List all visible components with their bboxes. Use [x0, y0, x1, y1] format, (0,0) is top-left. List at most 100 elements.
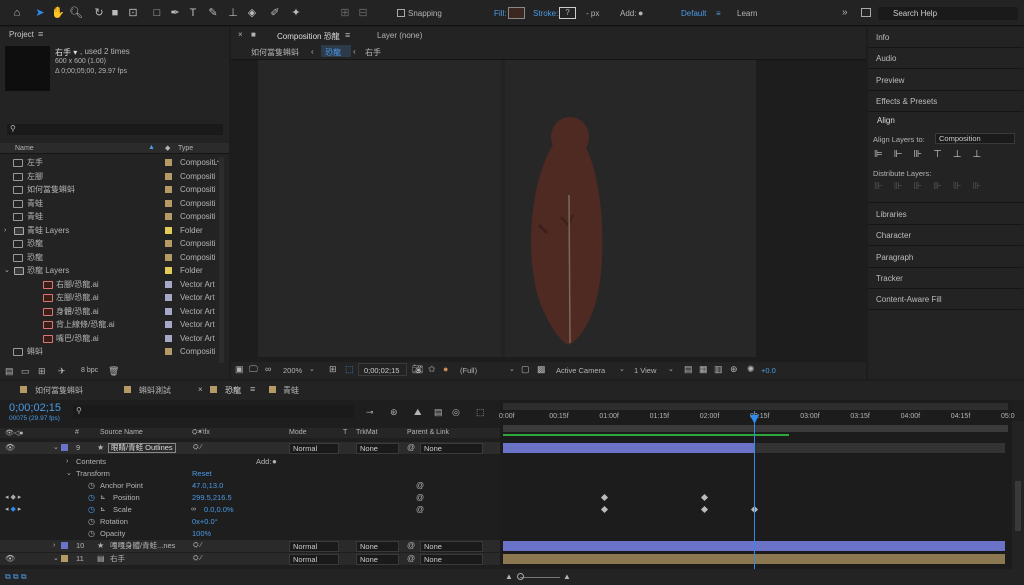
layer-row-11[interactable]: 👁︎ ⌄ 11 ▤ 右手 ⛭ ⁄ Normal None @ None	[0, 553, 500, 565]
workspace-learn[interactable]: Learn	[737, 9, 757, 18]
property-row[interactable]: ◂ ◆ ▸ ◷ ⊾ Position 299.5,216.5 @	[0, 492, 500, 504]
comp-mini-flowchart-icon[interactable]: ⊸	[366, 407, 374, 418]
parent-dropdown[interactable]: None	[420, 541, 483, 552]
eye-icon[interactable]: 👁︎	[5, 442, 15, 454]
pickwhip-icon[interactable]: @	[407, 553, 415, 565]
show-snapshot-icon[interactable]: ✿	[428, 364, 436, 375]
draft-3d-icon[interactable]: ⊛	[390, 407, 398, 418]
pan-behind-tool-icon[interactable]: ⊡	[126, 6, 140, 20]
panel-menu-icon[interactable]: ≡	[38, 29, 43, 39]
hand-tool-icon[interactable]: ✋	[51, 6, 65, 20]
parent-dropdown[interactable]: None	[420, 554, 483, 565]
brush-tool-icon[interactable]: ✎	[206, 6, 220, 20]
camera-tool-icon[interactable]: ■	[108, 6, 122, 20]
property-row[interactable]: ◷ Opacity 100%	[0, 528, 500, 540]
panel-header[interactable]: Effects & Presets	[868, 91, 1023, 112]
stopwatch-icon[interactable]: ◷	[88, 504, 95, 516]
project-item[interactable]: 右腳/恐龍.ai Vector Art	[0, 278, 226, 292]
work-area[interactable]	[503, 425, 1008, 432]
name-column-header[interactable]: Name	[15, 145, 34, 152]
chevron-right-icon[interactable]: ⌄	[4, 264, 10, 278]
parent-dropdown[interactable]: None	[420, 443, 483, 454]
align-panel-title[interactable]: Align	[877, 116, 895, 125]
eye-icon[interactable]: 👁︎	[5, 553, 15, 565]
color-channel-icon[interactable]: ●	[443, 364, 448, 374]
contents-row[interactable]: › Contents Add: ●	[0, 456, 500, 468]
reset-link[interactable]: Reset	[192, 468, 212, 480]
blend-mode-dropdown[interactable]: Normal	[289, 541, 339, 552]
trkmat-dropdown[interactable]: None	[356, 541, 399, 552]
source-name-column-header[interactable]: Source Name	[100, 429, 143, 436]
mask-visibility-icon[interactable]: ⬚	[345, 364, 354, 375]
panel-menu-icon[interactable]: ≡	[250, 384, 255, 394]
project-item[interactable]: 青蛙 Compositi	[0, 197, 226, 211]
timeline-icon[interactable]: ▥	[714, 364, 723, 375]
panel-header[interactable]: Libraries	[868, 204, 1023, 225]
trash-icon[interactable]: 🗑︎	[108, 366, 119, 377]
project-item[interactable]: 恐龍 Compositi	[0, 251, 226, 265]
reset-exposure-icon[interactable]: ✺	[747, 364, 755, 375]
work-area-bar[interactable]	[503, 403, 1008, 410]
item-name[interactable]: 右手 ▾	[55, 47, 77, 58]
breadcrumb-item[interactable]: 右手	[365, 47, 381, 58]
composition-viewer[interactable]	[258, 60, 756, 357]
render-icon[interactable]: ✈	[58, 366, 66, 377]
timeline-tab[interactable]: 蝌蚪測試	[139, 385, 171, 396]
layer-tab[interactable]: Layer (none)	[377, 31, 422, 40]
label-color-swatch[interactable]	[165, 213, 172, 220]
bpc-button[interactable]: 8 bpc	[81, 367, 98, 374]
project-scrollbar[interactable]	[219, 157, 224, 377]
label-column-icon[interactable]: ◆	[165, 144, 170, 152]
sort-icon[interactable]: ▲	[148, 144, 155, 151]
project-item[interactable]: 左腳 Compositi	[0, 170, 226, 184]
project-item[interactable]: 恐龍 Compositi	[0, 237, 226, 251]
property-value[interactable]: 100%	[192, 528, 211, 540]
toggle-pixel-icon[interactable]: ▤	[684, 364, 693, 375]
distribute-buttons[interactable]: ⊪⊪⊪⊪⊪⊪	[874, 181, 1014, 195]
new-folder-icon[interactable]: ▭	[21, 366, 30, 377]
property-row[interactable]: ◷ Anchor Point 47.0,13.0 @	[0, 480, 500, 492]
label-color-swatch[interactable]	[165, 334, 172, 342]
chevron-down-icon[interactable]: ⌄	[53, 553, 59, 565]
region-of-interest-icon[interactable]: ▢	[521, 364, 530, 375]
layer-name[interactable]: 眼睛/青蛙 Outlines	[108, 443, 176, 453]
grid-icon[interactable]: ⊞	[329, 364, 337, 375]
clone-stamp-tool-icon[interactable]: ⊥	[226, 6, 240, 20]
snapping-checkbox[interactable]	[397, 9, 405, 17]
add-icon[interactable]: ●	[272, 456, 277, 468]
chevron-right-icon[interactable]: ›	[53, 540, 55, 552]
new-comp-icon[interactable]: ⊞	[38, 366, 46, 377]
timeline-tab[interactable]: 如何當隻蝌蚪	[35, 385, 83, 396]
chevron-right-icon[interactable]: ›	[66, 456, 68, 468]
label-color-swatch[interactable]	[165, 307, 172, 315]
pen-tool-icon[interactable]: ✒	[168, 6, 182, 20]
align-to-dropdown[interactable]: Composition	[935, 133, 1015, 144]
zoom-tool-icon[interactable]: 🔍︎	[69, 6, 83, 20]
panel-header[interactable]: Info	[868, 27, 1023, 48]
layer-name[interactable]: 右手	[110, 553, 125, 565]
switches-icons[interactable]: ⛭ ⁄	[193, 540, 202, 552]
stroke-width[interactable]: - px	[586, 9, 599, 18]
frame-blending-icon[interactable]: ▤	[434, 407, 443, 418]
project-item[interactable]: 蝌蚪 Compositi	[0, 345, 226, 359]
project-item[interactable]: 左腳/恐龍.ai Vector Art	[0, 291, 226, 305]
layer-row-10[interactable]: › 10 ★ 嘎嘎身體/青蛙...nes ⛭ ⁄ Normal None @ N…	[0, 540, 500, 552]
resolution-dropdown[interactable]: (Full)	[460, 366, 477, 375]
breadcrumb-item-active[interactable]: 恐龍	[325, 47, 341, 58]
keyframe-navigator-icon[interactable]: ◂ ◆ ▸	[5, 492, 21, 504]
project-item[interactable]: › 青蛙 Layers Folder	[0, 224, 226, 238]
chevron-down-icon[interactable]: ⌄	[66, 468, 72, 480]
chevron-down-icon[interactable]: ⌄	[53, 442, 59, 454]
home-icon[interactable]: ⌂	[10, 6, 24, 20]
close-tab-icon[interactable]: ×	[198, 385, 203, 394]
label-color-swatch[interactable]	[165, 321, 172, 328]
breadcrumb-item[interactable]: 如何當隻蝌蚪	[251, 47, 299, 58]
keyframe-navigator-icon[interactable]: ◂ ◆ ▸	[5, 504, 21, 516]
pickwhip-icon[interactable]: @	[416, 504, 424, 516]
chevron-right-icon[interactable]: ›	[4, 224, 6, 238]
transform-row[interactable]: ⌄ Transform Reset	[0, 468, 500, 480]
stroke-swatch[interactable]: ?	[559, 7, 576, 19]
trkmat-dropdown[interactable]: None	[356, 554, 399, 565]
property-value[interactable]: 0.0,0.0%	[204, 504, 234, 516]
lock-icon[interactable]: ■	[251, 30, 256, 39]
